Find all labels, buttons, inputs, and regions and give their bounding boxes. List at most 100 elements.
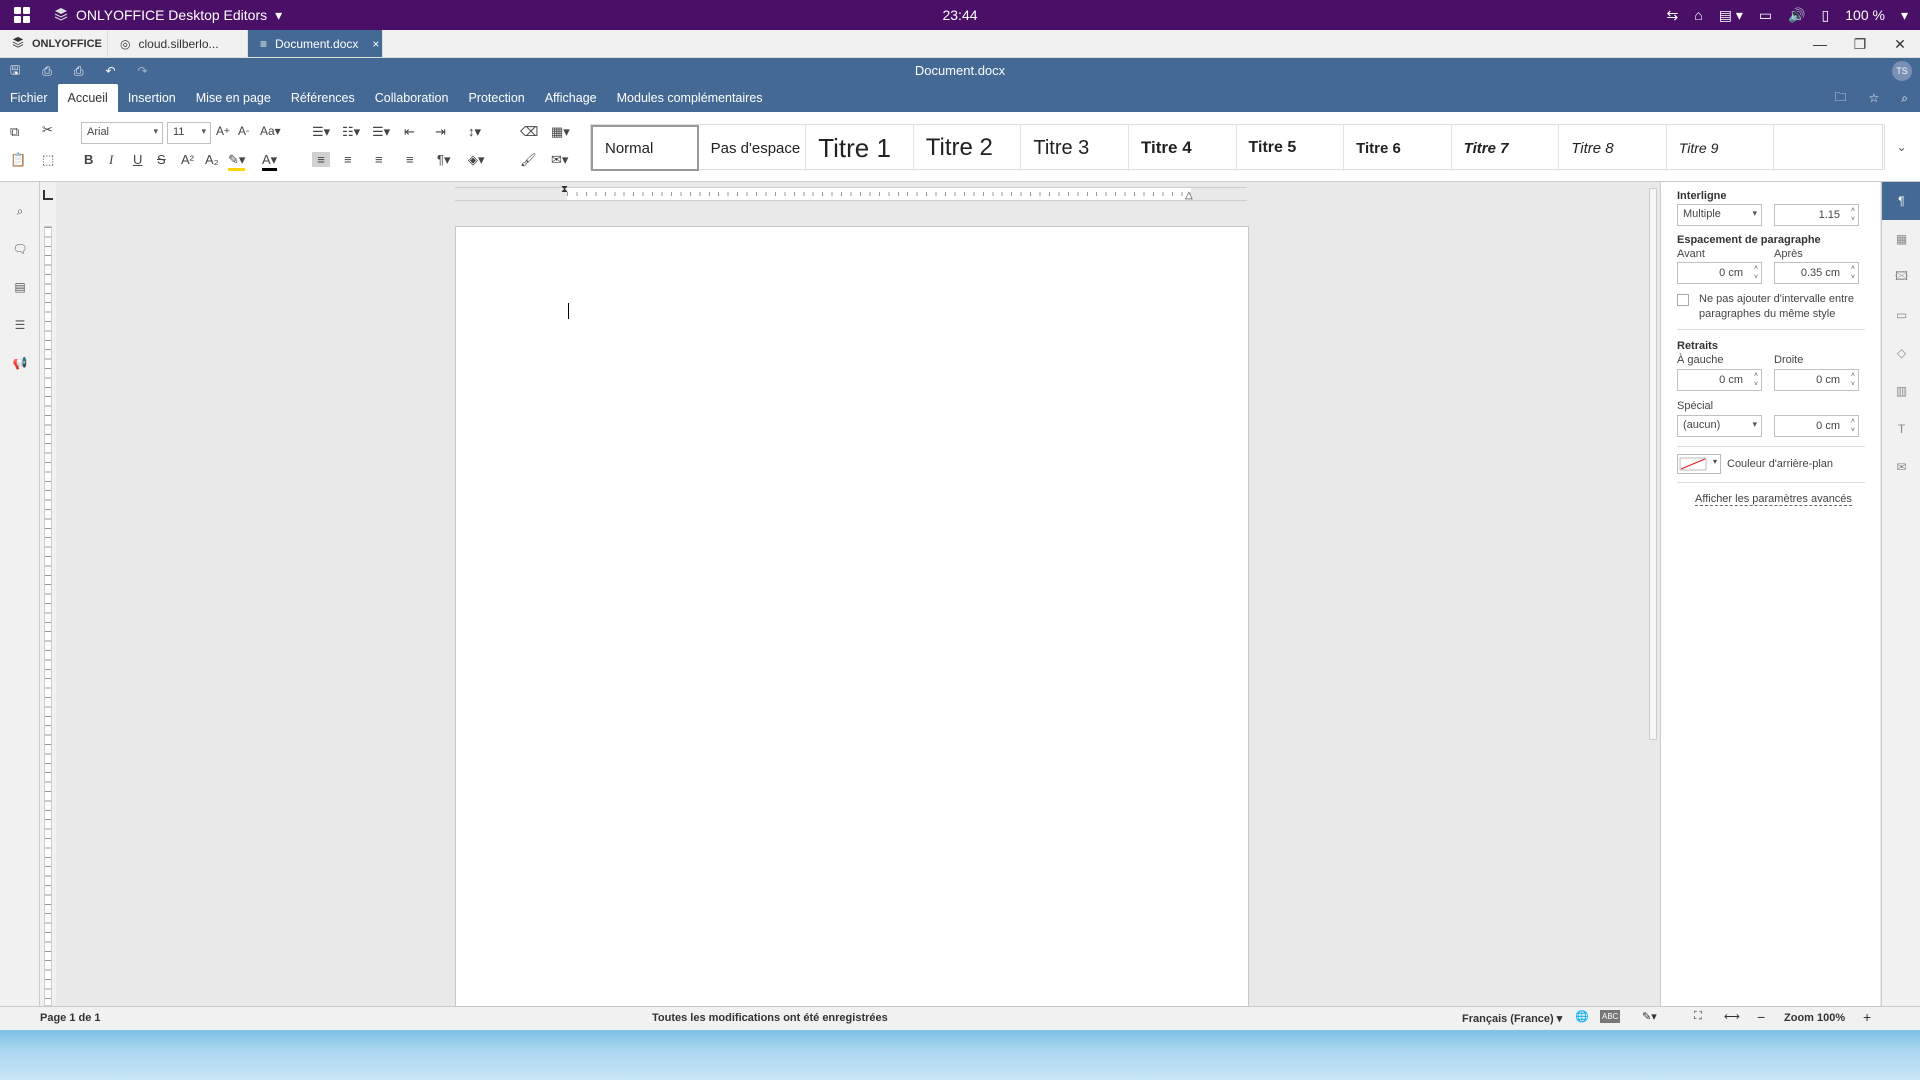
decrease-font-icon[interactable]: A- [238, 124, 249, 138]
header-footer-icon[interactable]: ▭ [1882, 296, 1920, 334]
mail-merge-icon[interactable]: ✉▾ [551, 152, 568, 168]
apps-grid-icon[interactable] [0, 0, 44, 30]
justify-icon[interactable]: ≡ [406, 152, 414, 167]
tab-references[interactable]: Références [281, 84, 365, 112]
image-settings-icon[interactable]: 🖾 [1882, 258, 1920, 296]
tab-affichage[interactable]: Affichage [535, 84, 607, 112]
indent-marker-icon[interactable]: ⧗ [561, 184, 568, 195]
numbered-list-icon[interactable]: ☷▾ [342, 124, 360, 140]
tab-collaboration[interactable]: Collaboration [365, 84, 459, 112]
clear-format-icon[interactable]: ⌫ [520, 124, 538, 140]
bullet-list-icon[interactable]: ☰▾ [312, 124, 330, 140]
select-all-icon[interactable]: ⬚ [42, 152, 54, 168]
background-color-picker[interactable]: ▾ [1677, 454, 1721, 474]
font-size-combo[interactable]: 11 ▾ [167, 122, 211, 144]
increase-indent-icon[interactable]: ⇥ [435, 124, 446, 140]
italic-icon[interactable]: I [109, 152, 113, 168]
save-icon[interactable]: 🖫 [10, 61, 20, 82]
spinner-arrows-icon[interactable]: ˄ ˅ [1851, 371, 1855, 389]
home-icon[interactable]: ⌂ [1694, 7, 1702, 23]
increase-font-icon[interactable]: A + [216, 124, 230, 138]
clipboard-icon[interactable]: ▤ ▾ [1719, 7, 1743, 24]
cut-icon[interactable]: ✂ [42, 122, 53, 138]
style-titre-1[interactable]: Titre 1 [806, 125, 914, 171]
borders-icon[interactable]: ▦▾ [551, 124, 570, 140]
align-right-icon[interactable]: ≡ [375, 152, 383, 167]
minimize-button[interactable]: — [1800, 30, 1840, 58]
feedback-icon[interactable]: 📢 [0, 344, 40, 382]
battery-icon[interactable]: ▯ [1822, 7, 1830, 24]
favorite-star-icon[interactable]: ☆ [1869, 91, 1880, 105]
style-titre-9[interactable]: Titre 9 [1667, 125, 1775, 171]
style-titre-7[interactable]: Titre 7 [1452, 125, 1560, 171]
fit-width-icon[interactable]: ⟷ [1724, 1010, 1740, 1023]
zoom-level[interactable]: Zoom 100% [1784, 1012, 1845, 1024]
chat-icon[interactable]: ▤ [0, 268, 40, 306]
spellcheck-icon[interactable]: ABC [1600, 1010, 1621, 1023]
change-case-icon[interactable]: Aa▾ [260, 124, 281, 138]
copy-style-icon[interactable]: 🖌 [520, 152, 537, 168]
horizontal-ruler[interactable]: ⧗ △ [455, 184, 1247, 201]
styles-expand-button[interactable]: ⌄ [1884, 124, 1918, 170]
tab-document[interactable]: ≡ Document.docx × [248, 30, 383, 57]
tab-protection[interactable]: Protection [458, 84, 534, 112]
after-spacing-input[interactable]: 0.35 cm ˄ ˅ [1774, 262, 1859, 284]
before-spacing-input[interactable]: 0 cm ˄ ˅ [1677, 262, 1762, 284]
window-icon[interactable]: ▭ [1759, 7, 1772, 24]
mail-merge-icon[interactable]: ✉ [1882, 448, 1920, 486]
comments-icon[interactable]: 🗨 [0, 230, 40, 268]
line-spacing-value-input[interactable]: 1.15 ˄ ˅ [1774, 204, 1859, 226]
chevron-down-icon[interactable]: ▾ [1901, 7, 1908, 24]
no-interval-checkbox[interactable] [1677, 294, 1689, 306]
zoom-in-icon[interactable]: + [1863, 1009, 1871, 1025]
zoom-out-icon[interactable]: − [1757, 1009, 1765, 1025]
tab-accueil[interactable]: Accueil [57, 84, 118, 112]
page-counter[interactable]: Page 1 de 1 [40, 1012, 101, 1024]
spinner-arrows-icon[interactable]: ˄ ˅ [1754, 371, 1758, 389]
left-indent-input[interactable]: 0 cm ˄ ˅ [1677, 369, 1762, 391]
open-location-icon[interactable]: 🗀 [1834, 88, 1846, 109]
close-window-button[interactable]: ✕ [1880, 30, 1920, 58]
shading-icon[interactable]: ◈▾ [468, 152, 485, 168]
spinner-arrows-icon[interactable]: ˄ ˅ [1851, 417, 1855, 435]
style-titre-6[interactable]: Titre 6 [1344, 125, 1452, 171]
paste-icon[interactable]: 📋 [10, 152, 26, 168]
tab-cloud[interactable]: ◎ cloud.silberlo... [108, 30, 248, 57]
avatar[interactable]: TS [1892, 61, 1912, 81]
align-center-icon[interactable]: ≡ [344, 152, 352, 167]
navigation-icon[interactable]: ☰ [0, 306, 40, 344]
fit-page-icon[interactable]: ⛶ [1694, 1010, 1702, 1023]
right-indent-input[interactable]: 0 cm ˄ ˅ [1774, 369, 1859, 391]
redo-icon[interactable]: ↷ [138, 64, 148, 78]
active-app-menu[interactable]: ONLYOFFICE Desktop Editors ▾ [54, 7, 282, 24]
network-icon[interactable]: ⇆ [1667, 7, 1679, 24]
vertical-ruler[interactable] [40, 182, 56, 1006]
special-indent-size-input[interactable]: 0 cm ˄ ˅ [1774, 415, 1859, 437]
quick-print-icon[interactable]: ⎙ [74, 64, 84, 79]
style-normal[interactable]: Normal [591, 125, 699, 171]
font-name-combo[interactable]: Arial ▾ [81, 122, 163, 144]
style-titre-2[interactable]: Titre 2 [914, 125, 1022, 171]
doc-language-icon[interactable]: 🌐 [1575, 1010, 1589, 1023]
scrollbar-thumb[interactable] [1649, 188, 1657, 740]
print-icon[interactable]: ⎙ [42, 64, 52, 79]
advanced-settings-link[interactable]: Afficher les paramètres avancés [1695, 493, 1852, 506]
battery-level[interactable]: 100 % [1845, 7, 1885, 23]
close-tab-icon[interactable]: × [372, 37, 379, 51]
tab-fichier[interactable]: Fichier [0, 84, 58, 112]
paragraph-settings-icon[interactable]: ¶ [1882, 182, 1920, 220]
track-changes-icon[interactable]: ✎▾ [1642, 1010, 1657, 1023]
copy-icon[interactable]: ⧉ [10, 124, 19, 140]
tab-insertion[interactable]: Insertion [118, 84, 186, 112]
subscript-icon[interactable]: A₂ [205, 152, 219, 167]
text-art-icon[interactable]: T [1882, 410, 1920, 448]
volume-icon[interactable]: 🔊 [1788, 7, 1805, 24]
line-spacing-mode-select[interactable]: Multiple ▾ [1677, 204, 1762, 226]
superscript-icon[interactable]: A² [181, 152, 194, 167]
chart-settings-icon[interactable]: ▥ [1882, 372, 1920, 410]
tab-stop-icon[interactable] [43, 190, 53, 200]
shape-settings-icon[interactable]: ◇ [1882, 334, 1920, 372]
highlight-icon[interactable]: ✎▾ [228, 152, 246, 171]
document-page[interactable] [455, 226, 1249, 1006]
vertical-scrollbar[interactable] [1647, 182, 1659, 1006]
